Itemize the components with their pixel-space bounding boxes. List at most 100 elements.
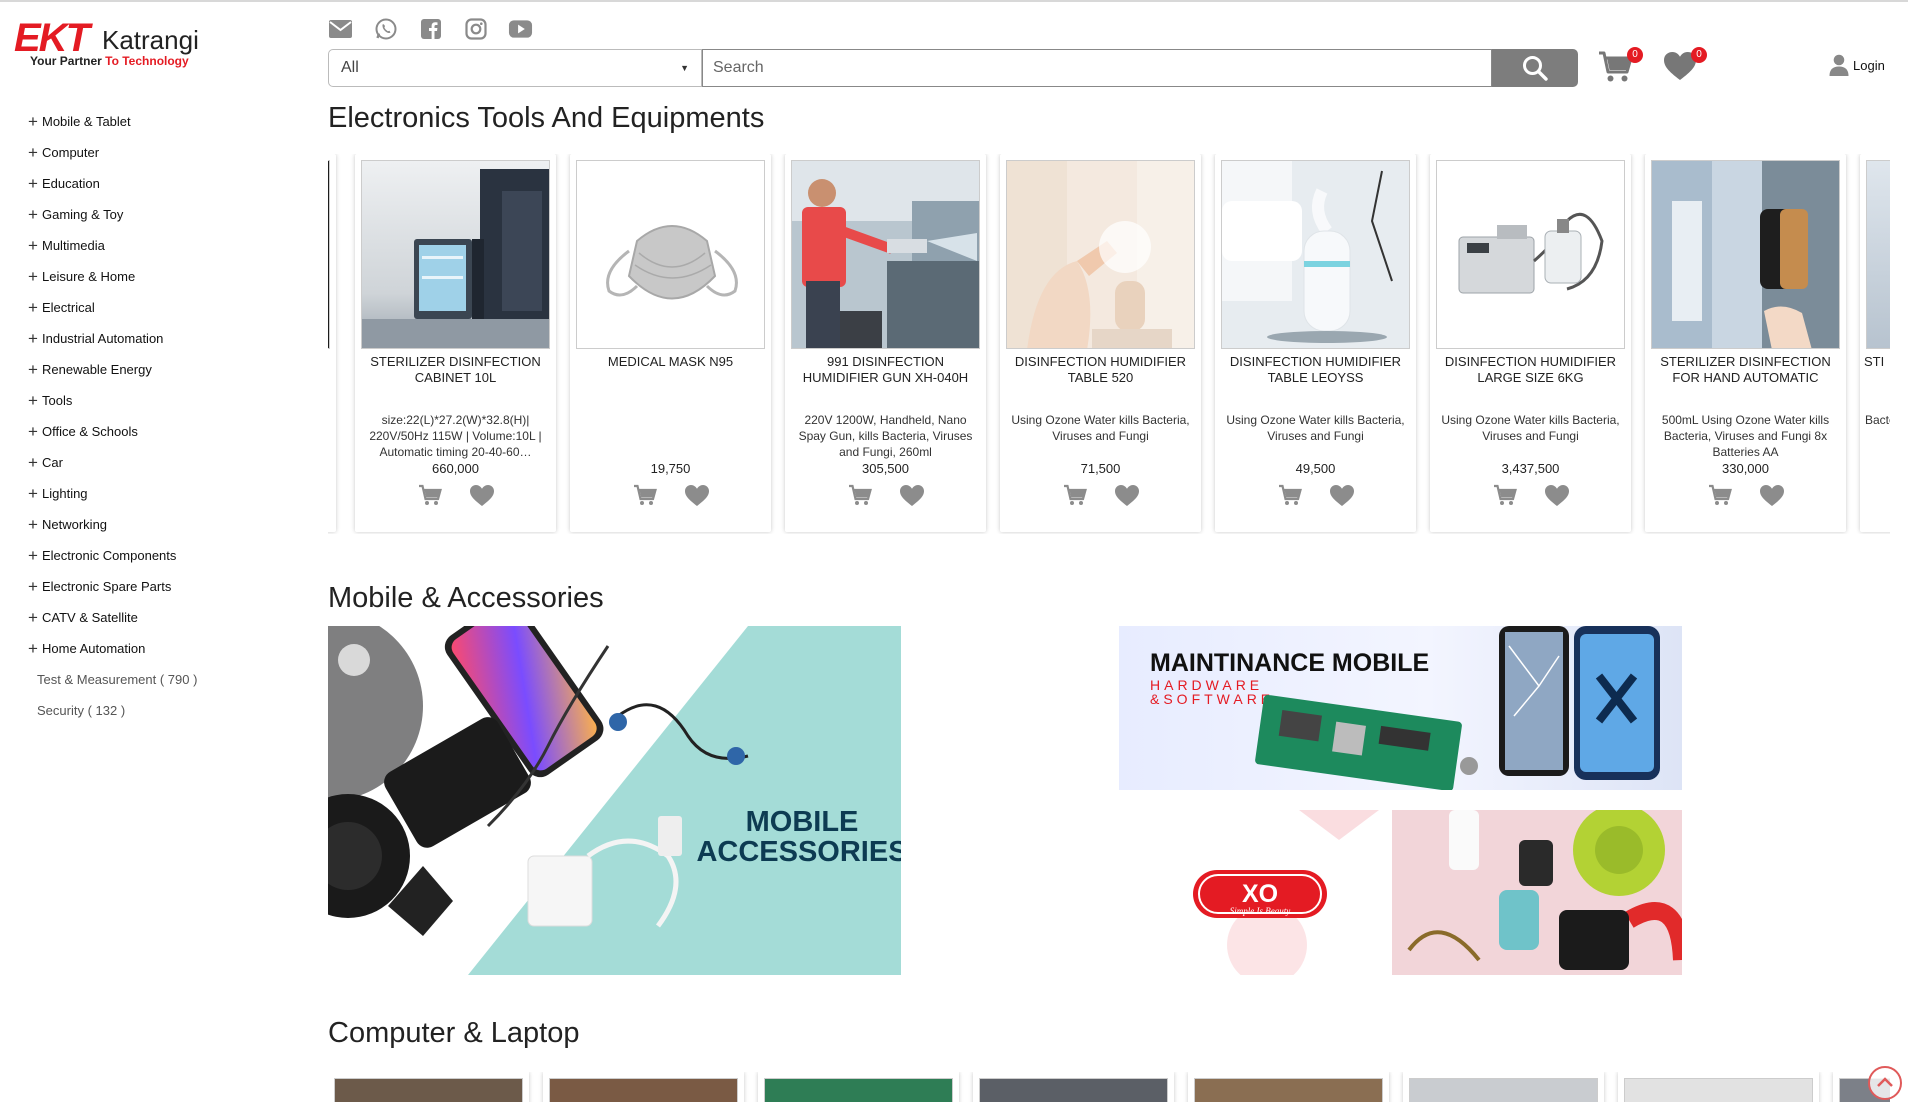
add-to-cart-icon[interactable] bbox=[1707, 482, 1733, 508]
product-card[interactable]: DISINFECTION HUMIDIFIER TABLE 520 Using … bbox=[1000, 154, 1201, 532]
product-card[interactable]: DISINFECTION HUMIDIFIER LARGE SIZE 6KG U… bbox=[1430, 154, 1631, 532]
add-to-wishlist-icon[interactable] bbox=[1329, 482, 1355, 508]
sidebar-subitem-security[interactable]: Security ( 132 ) bbox=[28, 695, 308, 726]
product-card[interactable]: STERILIZER DISINFECTION FOR HAND AUTOMAT… bbox=[1645, 154, 1846, 532]
xo-accessories-banner[interactable]: XO Simple Is Beauty bbox=[1119, 810, 1682, 975]
wishlist-button[interactable]: 0 bbox=[1662, 47, 1707, 90]
product-card[interactable]: STI Bacte bbox=[1860, 154, 1890, 532]
sidebar-item-leisure-home[interactable]: + Leisure & Home bbox=[28, 261, 308, 292]
sidebar-item-electronic-spare-parts[interactable]: + Electronic Spare Parts bbox=[28, 571, 308, 602]
product-title[interactable]: MEDICAL MASK N95 bbox=[574, 354, 767, 370]
sidebar-item-electrical[interactable]: + Electrical bbox=[28, 292, 308, 323]
add-to-wishlist-icon[interactable] bbox=[469, 482, 495, 508]
logo-tagline: Your Partner To Technology bbox=[30, 54, 189, 68]
product-title[interactable]: STERILIZER DISINFECTION FOR HAND AUTOMAT… bbox=[1649, 354, 1842, 386]
sidebar-item-office-schools[interactable]: + Office & Schools bbox=[28, 416, 308, 447]
product-card[interactable] bbox=[543, 1072, 744, 1102]
add-to-wishlist-icon[interactable] bbox=[1114, 482, 1140, 508]
user-icon bbox=[1829, 54, 1849, 76]
sidebar-item-electronic-components[interactable]: + Electronic Components bbox=[28, 540, 308, 571]
sidebar-item-tools[interactable]: + Tools bbox=[28, 385, 308, 416]
instagram-icon[interactable] bbox=[463, 16, 488, 41]
category-select[interactable]: All ▼ bbox=[328, 49, 702, 87]
product-image bbox=[1866, 160, 1890, 349]
product-card[interactable]: STERILIZER DISINFECTION CABINET 10L size… bbox=[355, 154, 556, 532]
product-price: 305,500 bbox=[862, 461, 909, 476]
sidebar-item-education[interactable]: + Education bbox=[28, 168, 308, 199]
sidebar-subitem-test-measurement[interactable]: Test & Measurement ( 790 ) bbox=[28, 664, 308, 695]
maintenance-mobile-banner[interactable]: MAINTINANCE MOBILE HARDWARE &SOFTWARE bbox=[1119, 626, 1682, 790]
product-card[interactable]: MEDICAL MASK N95 19,750 bbox=[570, 154, 771, 532]
sidebar-item-mobile-tablet[interactable]: + Mobile & Tablet bbox=[28, 106, 308, 137]
sidebar-item-label: Car bbox=[42, 455, 63, 470]
sidebar-item-networking[interactable]: + Networking bbox=[28, 509, 308, 540]
product-image bbox=[764, 1078, 953, 1102]
product-card[interactable] bbox=[1188, 1072, 1389, 1102]
sidebar-item-multimedia[interactable]: + Multimedia bbox=[28, 230, 308, 261]
product-title[interactable]: DISINFECTION HUMIDIFIER LARGE SIZE 6KG bbox=[1434, 354, 1627, 386]
product-card[interactable] bbox=[1618, 1072, 1819, 1102]
product-description: Using Ozone Water kills Bacteria, Viruse… bbox=[1441, 413, 1620, 443]
email-icon[interactable] bbox=[328, 16, 353, 41]
sidebar-item-label: Networking bbox=[42, 517, 108, 532]
add-to-cart-icon[interactable] bbox=[1277, 482, 1303, 508]
product-title[interactable]: STERILIZER DISINFECTION CABINET 10L bbox=[359, 354, 552, 386]
add-to-wishlist-icon[interactable] bbox=[684, 482, 710, 508]
wishlist-count-badge: 0 bbox=[1691, 47, 1707, 63]
sidebar-item-home-automation[interactable]: + Home Automation bbox=[28, 633, 308, 664]
sidebar-item-label: Home Automation bbox=[42, 641, 146, 656]
facebook-icon[interactable] bbox=[418, 16, 443, 41]
product-card[interactable] bbox=[328, 154, 336, 532]
search-input[interactable] bbox=[702, 49, 1492, 87]
product-card[interactable]: DISINFECTION HUMIDIFIER TABLE LEOYSS Usi… bbox=[1215, 154, 1416, 532]
add-to-cart-icon[interactable] bbox=[417, 482, 443, 508]
product-card[interactable] bbox=[328, 1072, 529, 1102]
plus-icon: + bbox=[28, 639, 38, 658]
sidebar-item-label: Security ( 132 ) bbox=[37, 703, 126, 718]
sidebar-item-industrial-automation[interactable]: + Industrial Automation bbox=[28, 323, 308, 354]
sidebar-item-catv-satellite[interactable]: + CATV & Satellite bbox=[28, 602, 308, 633]
add-to-cart-icon[interactable] bbox=[847, 482, 873, 508]
product-image bbox=[576, 160, 765, 349]
sidebar-item-label: Multimedia bbox=[42, 238, 105, 253]
sidebar-item-lighting[interactable]: + Lighting bbox=[28, 478, 308, 509]
add-to-wishlist-icon[interactable] bbox=[1759, 482, 1785, 508]
logo-mark: EKT bbox=[14, 16, 90, 60]
product-card[interactable] bbox=[973, 1072, 1174, 1102]
add-to-cart-icon[interactable] bbox=[1062, 482, 1088, 508]
sidebar-item-car[interactable]: + Car bbox=[28, 447, 308, 478]
product-price: 3,437,500 bbox=[1501, 461, 1560, 476]
youtube-icon[interactable] bbox=[508, 16, 533, 41]
product-title[interactable]: DISINFECTION HUMIDIFIER TABLE LEOYSS bbox=[1219, 354, 1412, 386]
login-link[interactable]: Login bbox=[1829, 54, 1885, 76]
sidebar-item-gaming-toy[interactable]: + Gaming & Toy bbox=[28, 199, 308, 230]
logo[interactable]: EKT Katrangi Your Partner To Technology bbox=[14, 18, 214, 73]
sidebar-item-label: Test & Measurement ( 790 ) bbox=[37, 672, 198, 687]
sidebar-item-label: Office & Schools bbox=[42, 424, 138, 439]
sidebar-item-computer[interactable]: + Computer bbox=[28, 137, 308, 168]
add-to-wishlist-icon[interactable] bbox=[899, 482, 925, 508]
add-to-cart-icon[interactable] bbox=[632, 482, 658, 508]
sidebar-item-label: CATV & Satellite bbox=[42, 610, 138, 625]
product-title[interactable]: DISINFECTION HUMIDIFIER TABLE 520 bbox=[1004, 354, 1197, 386]
product-card[interactable]: 991 DISINFECTION HUMIDIFIER GUN XH-040H … bbox=[785, 154, 986, 532]
sidebar-item-renewable-energy[interactable]: + Renewable Energy bbox=[28, 354, 308, 385]
whatsapp-icon[interactable] bbox=[373, 16, 398, 41]
search-button[interactable] bbox=[1492, 49, 1578, 87]
chevron-down-icon: ▼ bbox=[680, 63, 689, 73]
add-to-wishlist-icon[interactable] bbox=[1544, 482, 1570, 508]
cart-button[interactable]: 0 bbox=[1598, 47, 1643, 90]
tagline-accent: To Technology bbox=[105, 54, 189, 68]
add-to-cart-icon[interactable] bbox=[1492, 482, 1518, 508]
product-image bbox=[549, 1078, 738, 1102]
product-title[interactable]: STI bbox=[1864, 354, 1890, 370]
product-title[interactable]: 991 DISINFECTION HUMIDIFIER GUN XH-040H bbox=[789, 354, 982, 386]
product-image bbox=[334, 1078, 523, 1102]
section-title-electronics: Electronics Tools And Equipments bbox=[328, 102, 765, 134]
sidebar-item-label: Renewable Energy bbox=[42, 362, 152, 377]
product-card[interactable] bbox=[758, 1072, 959, 1102]
scroll-to-top-button[interactable] bbox=[1868, 1066, 1902, 1100]
product-card[interactable] bbox=[1403, 1072, 1604, 1102]
mobile-accessories-banner[interactable]: MOBILE ACCESSORIES bbox=[328, 626, 901, 975]
plus-icon: + bbox=[28, 422, 38, 441]
